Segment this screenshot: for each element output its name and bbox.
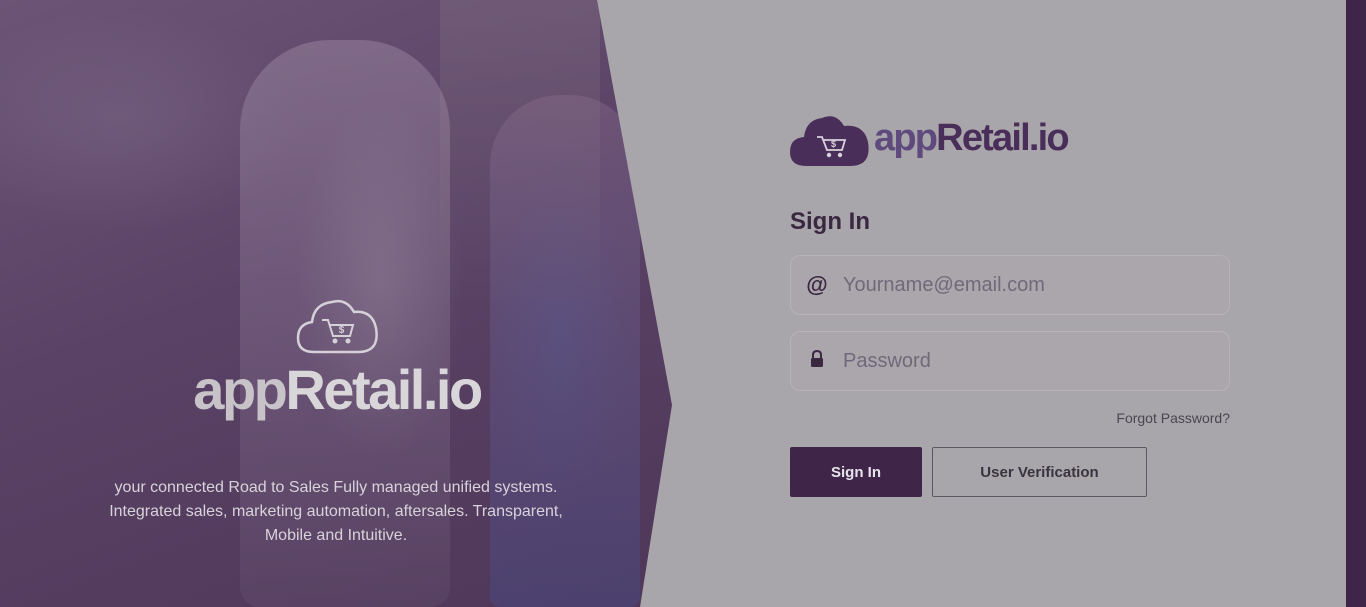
signin-button[interactable]: Sign In [790,447,922,497]
password-field[interactable] [790,331,1230,391]
password-input[interactable] [843,332,1229,390]
cloud-cart-icon: $ [296,299,378,354]
lock-icon [791,348,843,374]
hero-tagline: your connected Road to Sales Fully manag… [109,479,563,544]
at-icon: @ [806,272,828,297]
cloud-cart-icon: $ [790,116,869,166]
signin-title: Sign In [790,208,870,235]
svg-text:$: $ [831,139,836,149]
brand-wordmark: appRetail.io [874,116,1070,159]
hero-logo: $ appRetail.io [186,292,488,418]
signin-logo: $ appRetail.io [790,110,1070,166]
email-field[interactable]: @ [790,255,1230,315]
user-verification-button[interactable]: User Verification [932,447,1147,497]
right-edge-strip [1346,0,1366,607]
email-input[interactable] [843,256,1229,314]
forgot-password-link[interactable]: Forgot Password? [1060,410,1230,426]
svg-text:$: $ [339,325,345,336]
brand-wordmark: appRetail.io [193,358,483,421]
